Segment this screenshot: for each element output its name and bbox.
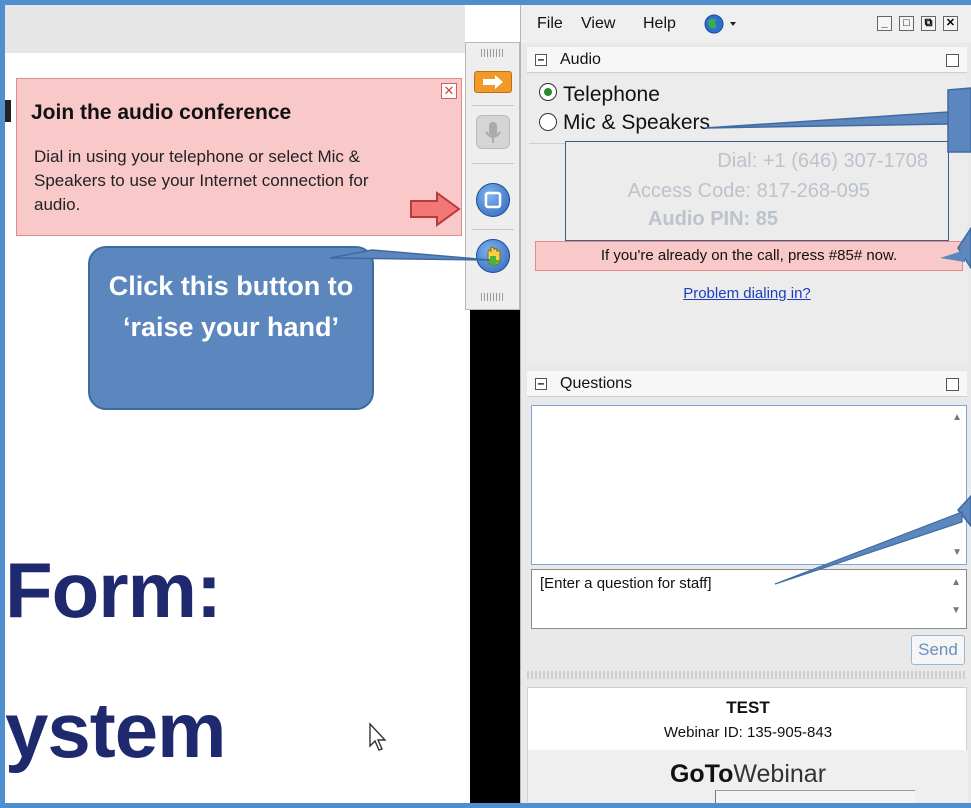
toolbar-separator <box>472 105 514 106</box>
square-icon <box>484 191 502 209</box>
mouse-cursor-icon <box>369 722 387 751</box>
mic-speakers-radio[interactable] <box>539 113 557 131</box>
arrow-right-icon <box>483 75 503 89</box>
close-icon[interactable]: ✕ <box>441 83 457 99</box>
audio-section-header[interactable]: – Audio <box>527 47 967 73</box>
maximize-icon[interactable]: □ <box>899 16 914 31</box>
scroll-up-icon[interactable]: ▲ <box>952 412 962 423</box>
webinar-title: TEST <box>726 698 770 717</box>
restore-icon[interactable]: ⧉ <box>921 16 936 31</box>
audio-section-title: Audio <box>560 51 601 68</box>
toolbar-separator <box>472 163 514 164</box>
menu-help[interactable]: Help <box>643 15 676 33</box>
slide-dark-panel <box>470 310 520 808</box>
telephone-radio[interactable] <box>539 83 557 101</box>
telephone-label[interactable]: Telephone <box>563 83 660 107</box>
webinar-info-footer: TEST Webinar ID: 135-905-843 GoToWebinar <box>527 687 968 803</box>
popout-icon[interactable] <box>946 378 959 391</box>
microphone-icon <box>485 122 501 143</box>
access-code: Access Code: 817-268-095 <box>627 180 870 202</box>
arrow-right-icon <box>410 191 461 227</box>
toolbar-grip-bottom[interactable] <box>481 293 503 301</box>
scroll-down-icon[interactable]: ▼ <box>951 605 961 616</box>
audio-pin: Audio PIN: 85 <box>647 208 778 230</box>
logo-regular-text: Webinar <box>733 760 827 788</box>
audio-conference-notification: Join the audio conference Dial in using … <box>16 78 462 236</box>
collapse-icon[interactable]: – <box>535 377 547 390</box>
question-input[interactable]: [Enter a question for staff] <box>531 569 967 629</box>
gotowebinar-control-panel: File View Help _ □ ⧉ ✕ – Audio Telephone… <box>520 5 971 808</box>
control-toolbar <box>465 42 520 310</box>
popout-icon[interactable] <box>946 54 959 67</box>
close-icon[interactable]: ✕ <box>943 16 958 31</box>
screen-share-button[interactable] <box>476 183 510 217</box>
slide-heading-line-2: ystem <box>5 686 226 774</box>
notification-title: Join the audio conference <box>31 101 292 124</box>
send-button[interactable]: Send <box>911 635 965 665</box>
audio-section-body: Telephone Mic & Speakers Dial: +1 (646) … <box>527 75 967 365</box>
already-on-call-notice: If you're already on the call, press #85… <box>535 241 963 271</box>
questions-log[interactable]: ▲ ▼ <box>531 405 967 565</box>
menu-bar: File View Help _ □ ⧉ ✕ <box>521 5 971 43</box>
background-window-edge <box>715 790 915 808</box>
toolbar-separator <box>472 229 514 230</box>
show-panel-button[interactable] <box>474 71 512 93</box>
webinar-id: Webinar ID: 135-905-843 <box>663 724 833 741</box>
dial-number: Dial: +1 (646) 307-1708 <box>717 150 928 172</box>
slide-heading-line-1: Form: <box>5 546 222 634</box>
scroll-down-icon[interactable]: ▼ <box>952 547 962 558</box>
problem-dialing-link[interactable]: Problem dialing in? <box>527 285 967 302</box>
microphone-button[interactable] <box>476 115 510 149</box>
raise-hand-callout: Click this button to ‘raise your hand’ <box>88 246 374 410</box>
gotowebinar-logo: GoToWebinar <box>528 760 968 789</box>
menu-view[interactable]: View <box>581 15 615 33</box>
mic-speakers-label[interactable]: Mic & Speakers <box>563 111 710 135</box>
raise-hand-icon <box>486 246 501 267</box>
slide-text-fragment <box>5 100 11 122</box>
slide-top-bar <box>5 5 465 53</box>
collapse-icon[interactable]: – <box>535 53 547 66</box>
minimize-icon[interactable]: _ <box>877 16 892 31</box>
logo-bold-text: GoTo <box>669 760 734 788</box>
toolbar-grip-top[interactable] <box>481 49 503 57</box>
questions-section-header[interactable]: – Questions <box>527 371 967 397</box>
dial-info-box: Dial: +1 (646) 307-1708 Access Code: 817… <box>565 141 949 241</box>
notification-body: Dial in using your telephone or select M… <box>34 147 369 214</box>
panel-grip[interactable] <box>527 671 967 679</box>
globe-icon[interactable] <box>703 13 743 35</box>
scroll-up-icon[interactable]: ▲ <box>951 577 961 588</box>
raise-hand-button[interactable] <box>476 239 510 273</box>
questions-section-title: Questions <box>560 375 633 392</box>
menu-file[interactable]: File <box>537 15 563 33</box>
